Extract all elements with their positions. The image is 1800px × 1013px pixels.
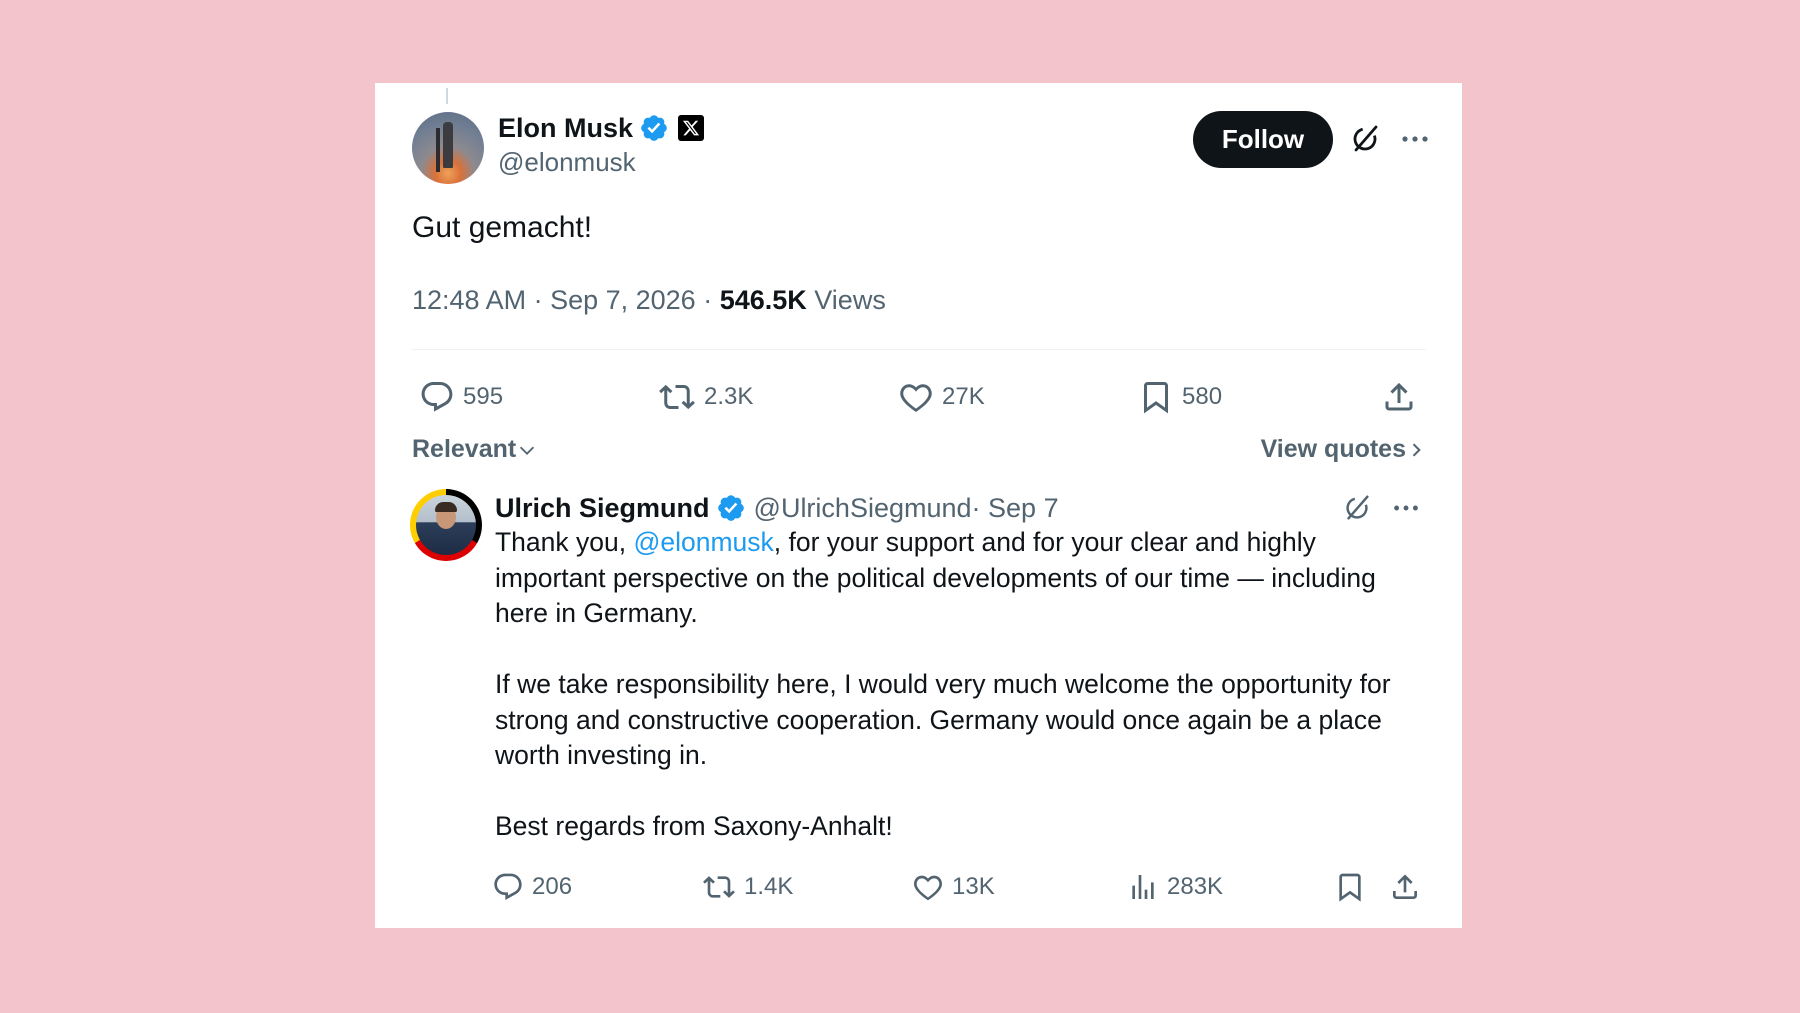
reply-date[interactable]: · Sep 7: [972, 493, 1059, 524]
divider: [412, 349, 1426, 350]
reply-icon: [494, 873, 522, 900]
bookmark-button[interactable]: 580: [1138, 379, 1222, 415]
sort-row: Relevant View quotes: [412, 435, 1426, 471]
repost-icon: [659, 384, 695, 410]
like-button[interactable]: 27K: [898, 379, 985, 415]
thread-line: [446, 88, 448, 104]
repost-button[interactable]: 1.4K: [702, 871, 793, 903]
bookmark-button[interactable]: [1334, 871, 1374, 903]
view-quotes-label: View quotes: [1260, 435, 1406, 463]
views-count: 546.5K: [719, 285, 807, 315]
more-icon[interactable]: [1397, 122, 1433, 156]
grok-icon[interactable]: [1348, 122, 1382, 156]
views-label: Views: [806, 285, 886, 315]
like-button[interactable]: 13K: [912, 871, 995, 903]
reply-icon: [421, 382, 453, 412]
reply-author-handle[interactable]: @UlrichSiegmund: [754, 493, 972, 524]
reply-author-name[interactable]: Ulrich Siegmund: [495, 493, 710, 524]
reply-paragraph-1: Thank you, @elonmusk, for your support a…: [495, 525, 1425, 632]
repost-button[interactable]: 2.3K: [658, 379, 753, 415]
reply-count: 595: [463, 383, 504, 410]
verified-icon: [717, 495, 744, 521]
reply-button[interactable]: 595: [419, 379, 503, 415]
share-button[interactable]: [1381, 379, 1425, 415]
mention-link[interactable]: @elonmusk: [633, 527, 773, 557]
like-icon: [900, 384, 932, 412]
views-count: 283K: [1167, 873, 1224, 900]
bookmark-icon: [1144, 382, 1168, 414]
reply-count: 206: [532, 873, 573, 900]
share-icon: [1393, 874, 1417, 899]
like-count: 13K: [952, 873, 995, 900]
tweet-text: Gut gemacht!: [412, 211, 593, 244]
reply-header: Ulrich Siegmund @UlrichSiegmund · Sep 7: [495, 488, 1059, 528]
tweet-meta: 12:48 AM · Sep 7, 2026 · 546.5K Views: [412, 285, 886, 316]
tweet-card: Elon Musk @elonmusk Follow Gut gemacht! …: [375, 83, 1462, 928]
reply-text-prefix: Thank you,: [495, 527, 634, 557]
grok-icon[interactable]: [1341, 492, 1373, 524]
chevron-down-icon: [520, 446, 535, 455]
more-icon[interactable]: [1389, 492, 1423, 524]
verified-icon: [641, 115, 667, 141]
reply-text: Thank you, @elonmusk, for your support a…: [495, 525, 1425, 845]
like-count: 27K: [942, 383, 985, 410]
author-header: Elon Musk @elonmusk: [498, 111, 705, 178]
share-button[interactable]: [1389, 871, 1429, 903]
view-quotes-link[interactable]: View quotes: [1261, 435, 1426, 464]
reply-paragraph-3: Best regards from Saxony-Anhalt!: [495, 811, 893, 841]
reply-paragraph-2: If we take responsibility here, I would …: [495, 669, 1391, 770]
author-handle[interactable]: @elonmusk: [498, 147, 704, 178]
follow-button[interactable]: Follow: [1193, 111, 1333, 168]
relevant-label: Relevant: [412, 435, 517, 463]
repost-count: 2.3K: [704, 383, 754, 410]
timestamp[interactable]: 12:48 AM · Sep 7, 2026 ·: [412, 285, 720, 315]
bookmark-count: 580: [1182, 383, 1223, 410]
relevant-sort-button[interactable]: Relevant: [412, 435, 538, 464]
share-icon: [1385, 382, 1413, 411]
repost-count: 1.4K: [744, 873, 794, 900]
author-name[interactable]: Elon Musk: [498, 113, 633, 144]
bookmark-icon: [1339, 873, 1361, 902]
x-logo-icon: [678, 115, 705, 141]
like-icon: [914, 875, 942, 901]
avatar[interactable]: [412, 112, 484, 184]
reply-avatar[interactable]: [410, 489, 482, 561]
repost-icon: [703, 876, 735, 898]
tweet-actions: 595 2.3K 27K 580: [375, 373, 1462, 423]
views-button[interactable]: 283K: [1127, 871, 1223, 903]
reply-actions: 206 1.4K 13K 283K: [375, 871, 1462, 913]
chevron-right-icon: [1412, 442, 1421, 457]
views-icon: [1132, 875, 1154, 899]
reply-button[interactable]: 206: [492, 871, 572, 903]
